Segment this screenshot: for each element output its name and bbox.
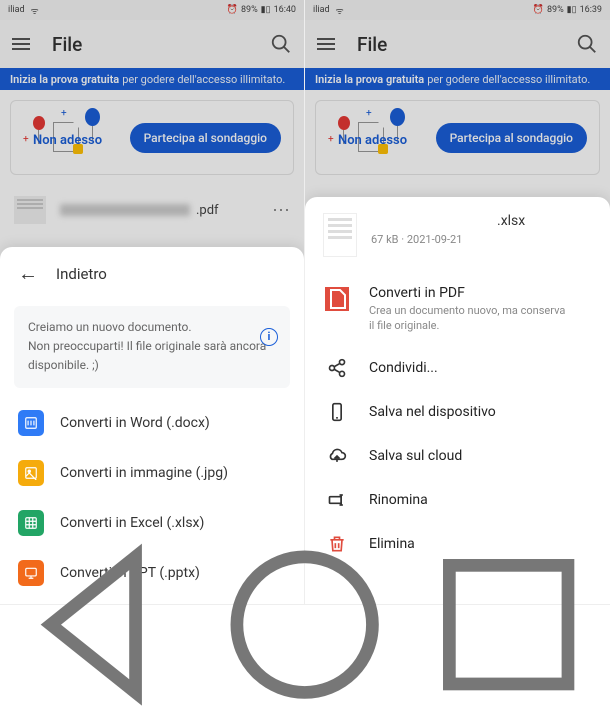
convert-image-label: Converti in immagine (.jpg) xyxy=(60,465,228,481)
back-label: Indietro xyxy=(56,265,107,283)
sheet-file-header: .xlsx 67 kB · 2021-09-21 xyxy=(305,197,610,273)
not-now-link[interactable]: Non adesso xyxy=(338,133,407,148)
file-name: .pdf xyxy=(60,203,219,218)
back-arrow-icon[interactable]: ← xyxy=(18,261,38,286)
survey-button[interactable]: Partecipa al sondaggio xyxy=(130,123,281,153)
banner-rest: per godere dell'accesso illimitato. xyxy=(122,73,285,86)
word-icon xyxy=(18,410,44,436)
banner-strong: Inizia la prova gratuita xyxy=(315,73,424,86)
info-line2: Non preoccuparti! Il file originale sarà… xyxy=(28,337,276,375)
nav-recent-icon[interactable] xyxy=(407,523,610,726)
image-icon xyxy=(18,460,44,486)
promo-card: ++ Non adesso Partecipa al sondaggio xyxy=(315,100,600,175)
rename-icon xyxy=(325,490,349,510)
statusbar-right: iliad ᯤ ⏰89%▮▯16:39 xyxy=(305,0,610,20)
more-icon[interactable]: ⋯ xyxy=(272,200,290,221)
topbar-right: File xyxy=(305,20,610,68)
file-name: .xlsx xyxy=(371,213,525,229)
convert-word-option[interactable]: Converti in Word (.docx) xyxy=(0,398,304,448)
file-thumb-icon xyxy=(14,196,46,224)
share-icon xyxy=(325,358,349,378)
battery-icon: ▮▯ xyxy=(567,5,577,15)
topbar-left: File xyxy=(0,20,304,68)
trial-banner[interactable]: Inizia la prova gratuita per godere dell… xyxy=(305,68,610,90)
pdf-icon xyxy=(325,287,349,311)
share-option[interactable]: Condividi... xyxy=(305,346,610,390)
trial-banner[interactable]: Inizia la prova gratuita per godere dell… xyxy=(0,68,304,90)
system-navbar xyxy=(0,604,610,644)
info-line1: Creiamo un nuovo documento. xyxy=(28,318,276,337)
wifi-icon: ᯤ xyxy=(31,4,39,17)
cloud-icon xyxy=(325,446,349,466)
battery-icon: ▮▯ xyxy=(261,5,271,15)
search-icon[interactable] xyxy=(270,33,292,55)
convert-pdf-option[interactable]: Converti in PDF Crea un documento nuovo,… xyxy=(305,273,610,346)
carrier-label: iliad xyxy=(313,5,330,15)
not-now-link[interactable]: Non adesso xyxy=(33,133,102,148)
nav-home-icon[interactable] xyxy=(203,523,406,726)
alarm-icon: ⏰ xyxy=(227,5,238,15)
alarm-icon: ⏰ xyxy=(533,5,544,15)
page-title: File xyxy=(52,33,270,56)
rename-option[interactable]: Rinomina xyxy=(305,478,610,522)
carrier-label: iliad xyxy=(8,5,25,15)
menu-icon[interactable] xyxy=(317,33,339,55)
menu-icon[interactable] xyxy=(12,33,34,55)
statusbar-left: iliad ᯤ ⏰89%▮▯16:40 xyxy=(0,0,304,20)
rename-label: Rinomina xyxy=(369,492,428,508)
nav-back-icon[interactable] xyxy=(0,523,203,726)
wifi-icon: ᯤ xyxy=(336,4,344,17)
convert-word-label: Converti in Word (.docx) xyxy=(60,415,210,431)
save-device-label: Salva nel dispositivo xyxy=(369,404,496,420)
survey-button[interactable]: Partecipa al sondaggio xyxy=(436,123,587,153)
device-icon xyxy=(325,402,349,422)
time-label: 16:40 xyxy=(274,5,296,15)
page-title: File xyxy=(357,33,576,56)
save-cloud-label: Salva sul cloud xyxy=(369,448,462,464)
share-label: Condividi... xyxy=(369,360,438,376)
banner-strong: Inizia la prova gratuita xyxy=(10,73,119,86)
save-cloud-option[interactable]: Salva sul cloud xyxy=(305,434,610,478)
file-row[interactable]: .pdf ⋯ xyxy=(0,185,304,235)
convert-image-option[interactable]: Converti in immagine (.jpg) xyxy=(0,448,304,498)
convert-pdf-sub: Crea un documento nuovo, ma conserva il … xyxy=(369,303,569,334)
file-thumb-icon xyxy=(323,213,357,257)
info-icon[interactable]: i xyxy=(260,328,278,346)
file-meta: 67 kB · 2021-09-21 xyxy=(371,233,525,246)
time-label: 16:39 xyxy=(580,5,602,15)
info-box: Creiamo un nuovo documento. Non preoccup… xyxy=(14,306,290,388)
banner-rest: per godere dell'accesso illimitato. xyxy=(427,73,590,86)
battery-label: 89% xyxy=(547,5,564,15)
promo-card: ++ Non adesso Partecipa al sondaggio xyxy=(10,100,294,175)
convert-pdf-title: Converti in PDF xyxy=(369,285,569,301)
battery-label: 89% xyxy=(241,5,258,15)
search-icon[interactable] xyxy=(576,33,598,55)
save-device-option[interactable]: Salva nel dispositivo xyxy=(305,390,610,434)
